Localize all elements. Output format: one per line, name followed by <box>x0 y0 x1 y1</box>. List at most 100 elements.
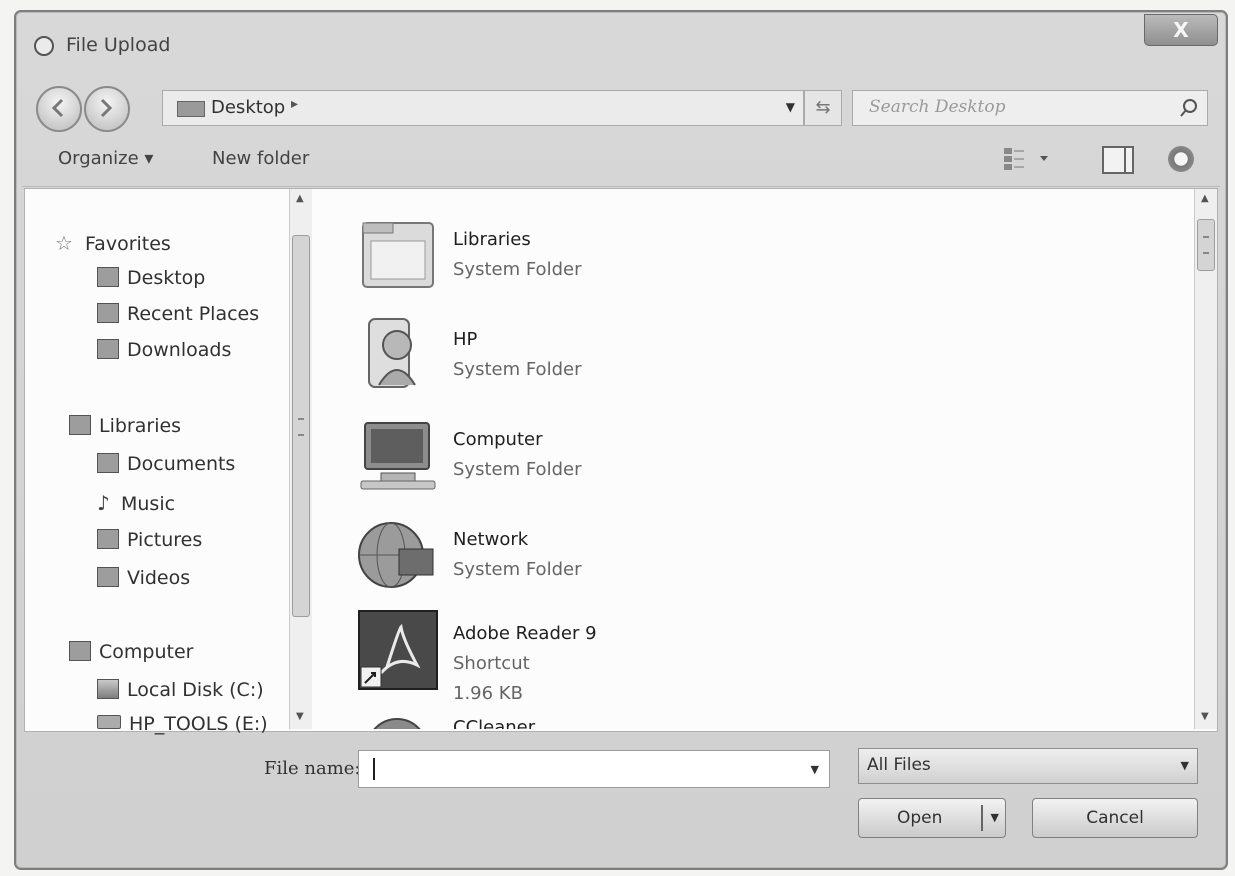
address-bar[interactable]: Desktop ▸ ▼ <box>162 90 804 126</box>
search-placeholder: Search Desktop <box>869 97 1006 117</box>
file-name: Adobe Reader 9 <box>453 623 597 644</box>
nav-item-hp-tools[interactable]: HP_TOOLS (E:) <box>97 713 268 735</box>
file-list-scrollbar[interactable]: ▲ ▼ <box>1194 189 1217 729</box>
scroll-down-icon[interactable]: ▼ <box>1201 711 1209 722</box>
scroll-up-icon[interactable]: ▲ <box>296 193 304 204</box>
libraries-folder-icon <box>362 222 434 288</box>
text-cursor <box>373 758 375 780</box>
star-icon: ☆ <box>55 231 73 255</box>
desktop-folder-icon <box>177 101 205 117</box>
nav-favorites[interactable]: ☆ Favorites <box>55 231 171 255</box>
file-type: System Folder <box>453 259 582 280</box>
file-item-ccleaner[interactable]: CCleaner <box>357 709 857 729</box>
forward-arrow-icon <box>100 98 113 118</box>
nav-item-documents[interactable]: Documents <box>97 453 235 475</box>
close-button[interactable]: X <box>1144 14 1218 46</box>
open-button[interactable]: Open ▼ <box>858 798 1006 838</box>
videos-icon <box>97 567 119 587</box>
nav-label: HP_TOOLS (E:) <box>129 713 268 735</box>
address-location[interactable]: Desktop <box>211 97 285 118</box>
window-title: File Upload <box>66 34 171 56</box>
user-folder-icon <box>368 318 416 388</box>
nav-label: Computer <box>99 641 194 663</box>
grip-icon <box>298 418 304 436</box>
preview-pane-button[interactable] <box>1102 146 1134 174</box>
file-type: System Folder <box>453 359 582 380</box>
nav-label: Favorites <box>85 233 171 255</box>
file-type-filter[interactable]: All Files ▼ <box>858 748 1198 784</box>
search-icon[interactable] <box>1179 98 1199 118</box>
file-name: HP <box>453 329 478 350</box>
nav-label: Libraries <box>99 415 182 437</box>
cancel-button[interactable]: Cancel <box>1032 798 1198 838</box>
nav-libraries[interactable]: Libraries <box>69 415 181 437</box>
nav-item-music[interactable]: ♪ Music <box>97 491 175 515</box>
pictures-icon <box>97 529 119 549</box>
nav-pane-scrollbar[interactable]: ▲ ▼ <box>289 189 312 729</box>
libraries-icon <box>69 415 91 435</box>
nav-label: Videos <box>127 567 191 589</box>
file-item-libraries[interactable]: Libraries System Folder <box>357 215 857 307</box>
file-item-adobe-reader[interactable]: Adobe Reader 9 Shortcut 1.96 KB <box>357 609 857 719</box>
desktop-icon <box>97 267 119 287</box>
computer-folder-icon <box>360 422 436 490</box>
nav-label: Local Disk (C:) <box>127 679 264 701</box>
removable-drive-icon <box>97 715 121 729</box>
back-button[interactable] <box>36 86 82 132</box>
new-folder-button[interactable]: New folder <box>212 148 309 169</box>
file-scroll-thumb[interactable] <box>1197 219 1215 271</box>
file-upload-dialog: File Upload X Desktop ▸ ▼ ⇆ Search Deskt… <box>14 10 1228 870</box>
navigation-pane: ☆ Favorites Desktop Recent Places Downloa… <box>25 189 289 735</box>
help-button[interactable] <box>1168 146 1194 172</box>
back-arrow-icon <box>51 98 64 118</box>
nav-label: Downloads <box>127 339 232 361</box>
file-size: 1.96 KB <box>453 683 523 704</box>
file-type: Shortcut <box>453 653 530 674</box>
nav-label: Documents <box>127 453 236 475</box>
file-name: Computer <box>453 429 543 450</box>
file-item-network[interactable]: Network System Folder <box>357 515 857 607</box>
view-options-icon <box>1004 148 1048 170</box>
file-name-dropdown-icon[interactable]: ▼ <box>811 763 819 776</box>
file-type: System Folder <box>453 459 582 480</box>
computer-icon <box>69 641 91 661</box>
nav-item-videos[interactable]: Videos <box>97 567 190 589</box>
nav-label: Recent Places <box>127 303 260 325</box>
recent-places-icon <box>97 303 119 323</box>
file-name: Libraries <box>453 229 531 250</box>
nav-item-local-disk[interactable]: Local Disk (C:) <box>97 679 264 701</box>
open-options-dropdown-icon[interactable]: ▼ <box>991 799 999 837</box>
scroll-down-icon[interactable]: ▼ <box>296 711 304 722</box>
file-item-hp[interactable]: HP System Folder <box>357 315 857 407</box>
scroll-up-icon[interactable]: ▲ <box>1201 193 1209 204</box>
browser-content: ☆ Favorites Desktop Recent Places Downloa… <box>24 188 1218 735</box>
navigation-bar: Desktop ▸ ▼ ⇆ Search Desktop <box>16 76 1226 132</box>
documents-icon <box>97 453 119 473</box>
file-name: Network <box>453 529 529 550</box>
breadcrumb-chevron-icon[interactable]: ▸ <box>291 96 298 112</box>
address-dropdown-icon[interactable]: ▼ <box>786 100 795 114</box>
file-type: System Folder <box>453 559 582 580</box>
nav-item-desktop[interactable]: Desktop <box>97 267 205 289</box>
refresh-button[interactable]: ⇆ <box>804 90 842 126</box>
file-name-input[interactable]: ▼ <box>358 750 830 788</box>
nav-item-downloads[interactable]: Downloads <box>97 339 231 361</box>
nav-computer[interactable]: Computer <box>69 641 193 663</box>
file-type-selected: All Files <box>867 755 931 775</box>
nav-scroll-thumb[interactable] <box>292 235 310 617</box>
music-note-icon: ♪ <box>97 491 110 515</box>
split-divider <box>981 805 983 831</box>
change-view-button[interactable] <box>1002 146 1058 172</box>
file-item-computer[interactable]: Computer System Folder <box>357 415 857 507</box>
nav-item-pictures[interactable]: Pictures <box>97 529 202 551</box>
nav-label: Desktop <box>127 267 206 289</box>
adobe-reader-icon <box>358 610 438 690</box>
organize-button[interactable]: Organize ▾ <box>58 148 153 169</box>
file-name: CCleaner <box>453 717 536 729</box>
forward-button[interactable] <box>84 86 130 132</box>
filter-dropdown-icon[interactable]: ▼ <box>1181 759 1189 772</box>
nav-label: Music <box>121 493 176 515</box>
search-input[interactable]: Search Desktop <box>852 90 1208 126</box>
nav-item-recent-places[interactable]: Recent Places <box>97 303 259 325</box>
open-label: Open <box>897 808 943 828</box>
